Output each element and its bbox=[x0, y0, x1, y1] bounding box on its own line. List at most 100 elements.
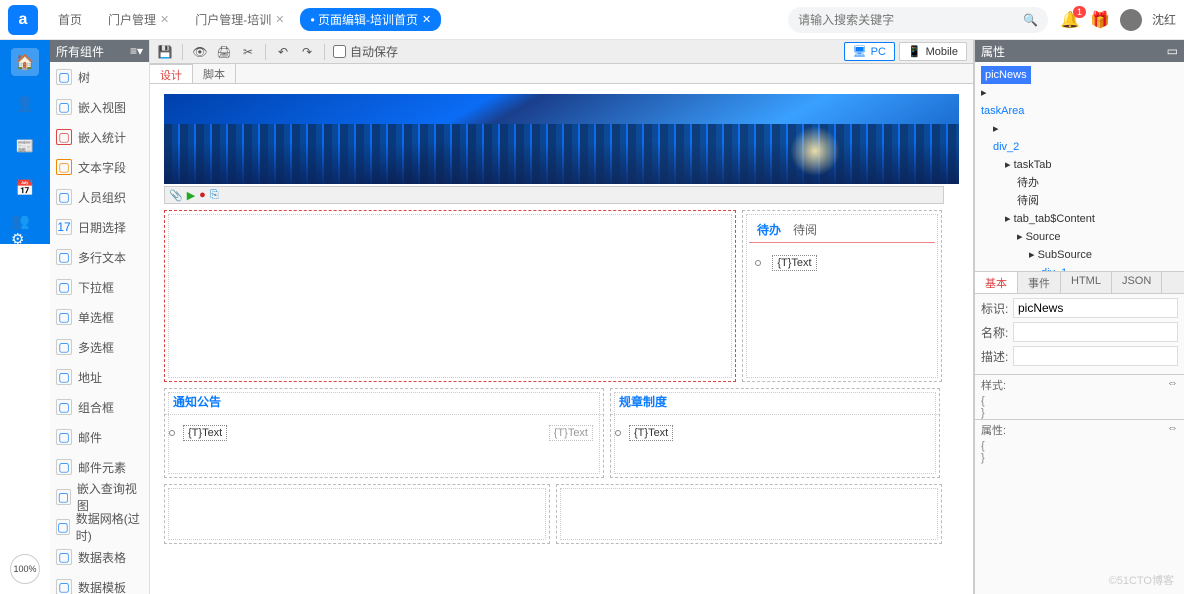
text-placeholder[interactable]: {T}Text bbox=[183, 425, 227, 441]
tree-row[interactable]: ▸ Source bbox=[981, 228, 1178, 246]
component-item[interactable]: ▢数据表格 bbox=[50, 542, 149, 572]
prop-tab[interactable]: JSON bbox=[1112, 272, 1162, 293]
desc-input[interactable] bbox=[1013, 346, 1178, 366]
component-item[interactable]: ▢数据网格(过时) bbox=[50, 512, 149, 542]
close-icon[interactable]: ✕ bbox=[160, 13, 169, 26]
text-icon: ▢ bbox=[56, 159, 72, 175]
designer: 💾 👁 🖨 ✂ ↶ ↷ 自动保存 🖥 PC 📱 Mobile 设计 脚本 bbox=[150, 40, 974, 594]
component-item[interactable]: ▢人员组织 bbox=[50, 182, 149, 212]
undo-icon[interactable]: ↶ bbox=[274, 43, 292, 61]
avatar[interactable] bbox=[1120, 9, 1142, 31]
doc-tab[interactable]: 门户管理✕ bbox=[98, 8, 179, 31]
close-icon[interactable]: ✕ bbox=[275, 13, 284, 26]
panel-max-icon[interactable]: ▭ bbox=[1167, 44, 1178, 58]
notice-block[interactable]: 通知公告 {T}Text {T}Text bbox=[164, 388, 604, 478]
rail-user-icon[interactable]: 👤 bbox=[11, 90, 39, 118]
print-icon[interactable]: 🖨 bbox=[215, 43, 233, 61]
multi-icon: ▢ bbox=[56, 249, 72, 265]
component-item[interactable]: ▢地址 bbox=[50, 362, 149, 392]
desc-label: 描述: bbox=[981, 348, 1013, 365]
component-item[interactable]: ▢嵌入查询视图 bbox=[50, 482, 149, 512]
component-item[interactable]: ▢下拉框 bbox=[50, 272, 149, 302]
component-item[interactable]: ▢嵌入视图 bbox=[50, 92, 149, 122]
tab-toread[interactable]: 待阅 bbox=[793, 221, 817, 238]
component-panel-title-text: 所有组件 bbox=[56, 43, 104, 60]
watermark: ©51CTO博客 bbox=[1109, 572, 1174, 588]
style-section[interactable]: 样式:⇔ bbox=[975, 374, 1184, 395]
component-item[interactable]: ▢数据模板 bbox=[50, 572, 149, 594]
text-placeholder-dim[interactable]: {T}Text bbox=[549, 425, 593, 441]
rail-home-icon[interactable]: 🏠 bbox=[11, 48, 39, 76]
property-panel: 属性 ▭ picNews▸ taskArea▸ div_2▸ taskTab 待… bbox=[974, 40, 1184, 594]
doc-tab[interactable]: 门户管理-培训✕ bbox=[185, 8, 294, 31]
close-icon[interactable]: ✕ bbox=[422, 13, 431, 26]
component-item[interactable]: ▢多选框 bbox=[50, 332, 149, 362]
doc-tabs: 首页门户管理✕ 门户管理-培训✕ • 页面编辑-培训首页✕ bbox=[48, 8, 788, 31]
rail-calendar-icon[interactable]: 📅 bbox=[11, 174, 39, 202]
rail-news-icon[interactable]: 📰 bbox=[11, 132, 39, 160]
prop-tab[interactable]: 基本 bbox=[975, 272, 1018, 293]
check-icon: ▢ bbox=[56, 339, 72, 355]
auto-save-checkbox[interactable] bbox=[333, 45, 346, 58]
bottom-block-left[interactable] bbox=[164, 484, 550, 544]
subtab-script[interactable]: 脚本 bbox=[193, 64, 236, 83]
doc-tab[interactable]: • 页面编辑-培训首页✕ bbox=[300, 8, 441, 31]
search-input[interactable] bbox=[798, 13, 1023, 27]
combo-icon: ▢ bbox=[56, 399, 72, 415]
cut-icon[interactable]: ✂ bbox=[239, 43, 257, 61]
tasktab-block[interactable]: 待办 待阅 {T}Text bbox=[742, 210, 942, 382]
dom-tree[interactable]: picNews▸ taskArea▸ div_2▸ taskTab 待办 待阅▸… bbox=[975, 62, 1184, 272]
radio-icon: ▢ bbox=[56, 309, 72, 325]
component-item-label: 邮件 bbox=[78, 429, 102, 446]
banner-mini-toolbar[interactable]: 📎▶●⎘ bbox=[164, 186, 944, 204]
prop-tab[interactable]: 事件 bbox=[1018, 272, 1061, 293]
gift-icon[interactable]: 🎁 bbox=[1090, 10, 1110, 30]
tree-row[interactable]: ▸ taskArea bbox=[981, 84, 1178, 120]
text-placeholder[interactable]: {T}Text bbox=[629, 425, 673, 441]
component-item[interactable]: 17日期选择 bbox=[50, 212, 149, 242]
component-item[interactable]: ▢嵌入统计 bbox=[50, 122, 149, 152]
component-item[interactable]: ▢邮件元素 bbox=[50, 452, 149, 482]
panel-menu-icon[interactable]: ≡▾ bbox=[130, 44, 143, 58]
tree-row[interactable]: ▸ SubSource bbox=[981, 246, 1178, 264]
tab-todo[interactable]: 待办 bbox=[757, 221, 781, 238]
component-item-label: 嵌入查询视图 bbox=[77, 480, 143, 514]
component-item[interactable]: ▢ 邮件 bbox=[50, 422, 149, 452]
rules-block[interactable]: 规章制度 {T}Text bbox=[610, 388, 940, 478]
canvas[interactable]: 📎▶●⎘ 待办 待阅 {T}Text 通知公告 bbox=[150, 84, 973, 594]
bottom-block-right[interactable] bbox=[556, 484, 942, 544]
mode-mobile[interactable]: 📱 Mobile bbox=[899, 42, 967, 61]
component-item[interactable]: ▢组合框 bbox=[50, 392, 149, 422]
redo-icon[interactable]: ↷ bbox=[298, 43, 316, 61]
mode-pc[interactable]: 🖥 PC bbox=[844, 42, 895, 61]
save-icon[interactable]: 💾 bbox=[156, 43, 174, 61]
tree-row[interactable]: ▸ taskTab bbox=[981, 156, 1178, 174]
tree-row[interactable]: ▸ div_2 bbox=[981, 120, 1178, 156]
component-item[interactable]: ▢树 bbox=[50, 62, 149, 92]
view-icon: ▢ bbox=[56, 99, 72, 115]
component-item[interactable]: ▢单选框 bbox=[50, 302, 149, 332]
rail-settings-icon[interactable]: 👥⚙ bbox=[11, 216, 39, 244]
doc-tab[interactable]: 首页 bbox=[48, 8, 92, 31]
id-input[interactable] bbox=[1013, 298, 1178, 318]
attr-section[interactable]: 属性:⇔ bbox=[975, 419, 1184, 440]
auto-save-toggle[interactable]: 自动保存 bbox=[333, 43, 398, 60]
text-placeholder[interactable]: {T}Text bbox=[772, 255, 816, 271]
tree-row[interactable]: ▸ tab_tab$Content bbox=[981, 210, 1178, 228]
tree-row[interactable]: div_1 bbox=[981, 264, 1178, 272]
prop-tab[interactable]: HTML bbox=[1061, 272, 1112, 293]
notification-icon[interactable]: 🔔1 bbox=[1060, 10, 1080, 30]
subtab-design[interactable]: 设计 bbox=[150, 64, 193, 83]
id-label: 标识: bbox=[981, 300, 1013, 317]
component-item[interactable]: ▢多行文本 bbox=[50, 242, 149, 272]
mail-icon: ▢ bbox=[56, 429, 72, 445]
preview-icon[interactable]: 👁 bbox=[191, 43, 209, 61]
tree-row[interactable]: picNews bbox=[981, 66, 1178, 84]
name-input[interactable] bbox=[1013, 322, 1178, 342]
tree-row[interactable]: 待办 bbox=[981, 174, 1178, 192]
search-box[interactable]: 🔍 bbox=[788, 7, 1048, 33]
selected-block[interactable] bbox=[164, 210, 736, 382]
component-item[interactable]: ▢文本字段 bbox=[50, 152, 149, 182]
zoom-badge[interactable]: 100% bbox=[10, 554, 40, 584]
tree-row[interactable]: 待阅 bbox=[981, 192, 1178, 210]
